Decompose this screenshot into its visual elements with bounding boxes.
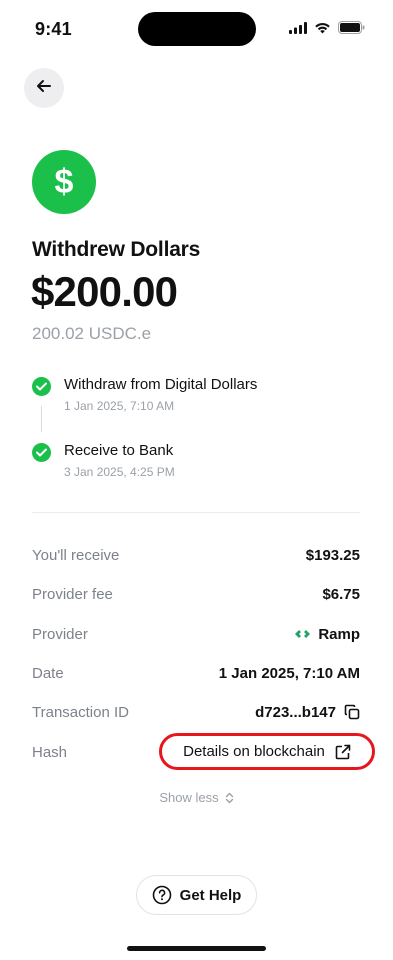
detail-label: Provider [32,625,88,643]
detail-value: $6.75 [322,585,360,603]
provider-value: Ramp [295,626,360,643]
detail-row-transaction-id: Transaction ID d723...b147 [32,701,360,723]
step-connector [41,406,42,432]
detail-row-provider: Provider Ramp [32,623,360,645]
divider [32,512,360,513]
page-title: Withdrew Dollars [32,238,201,261]
chevron-up-down-icon [225,792,234,804]
status-bar: 9:41 [0,0,393,60]
detail-label: Provider fee [32,585,113,603]
blockchain-details-label: Details on blockchain [183,743,325,760]
help-circle-icon [152,885,172,905]
transaction-id-text: d723...b147 [255,703,336,721]
copy-icon[interactable] [344,704,360,720]
arrow-left-icon [35,77,53,100]
status-time: 9:41 [35,19,72,39]
back-button[interactable] [24,68,64,108]
home-indicator [127,946,266,951]
show-less-label: Show less [159,790,219,805]
detail-row-fee: Provider fee $6.75 [32,583,360,605]
dollar-badge-icon: $ [32,150,96,214]
cellular-signal-icon [289,21,307,39]
dynamic-island [138,12,256,46]
status-icons [289,21,365,39]
get-help-button[interactable]: Get Help [136,875,257,915]
detail-value: $193.25 [305,546,360,564]
checkmark-icon [32,443,51,462]
battery-icon [338,21,365,39]
sub-amount: 200.02 USDC.e [32,324,152,343]
amount: $200.00 [31,268,178,315]
provider-name: Ramp [318,625,360,643]
detail-label: You'll receive [32,546,120,564]
step-time: 3 Jan 2025, 4:25 PM [64,465,175,479]
step-title: Withdraw from Digital Dollars [64,376,258,393]
step-time: 1 Jan 2025, 7:10 AM [64,399,175,413]
show-less-toggle[interactable]: Show less [0,790,393,805]
detail-row-receive: You'll receive $193.25 [32,544,360,566]
checkmark-icon [32,377,51,396]
detail-value: 1 Jan 2025, 7:10 AM [218,664,360,682]
transaction-id-value: d723...b147 [255,704,360,721]
get-help-label: Get Help [179,886,242,904]
detail-label: Transaction ID [32,703,129,721]
external-link-icon [335,744,351,760]
dollar-symbol: $ [54,162,74,201]
detail-row-date: Date 1 Jan 2025, 7:10 AM [32,662,360,684]
blockchain-details-button[interactable]: Details on blockchain [159,733,375,770]
ramp-logo-icon [295,629,311,639]
wifi-icon [314,21,331,39]
step-title: Receive to Bank [64,442,174,459]
detail-label: Hash [32,743,68,761]
detail-label: Date [32,664,64,682]
